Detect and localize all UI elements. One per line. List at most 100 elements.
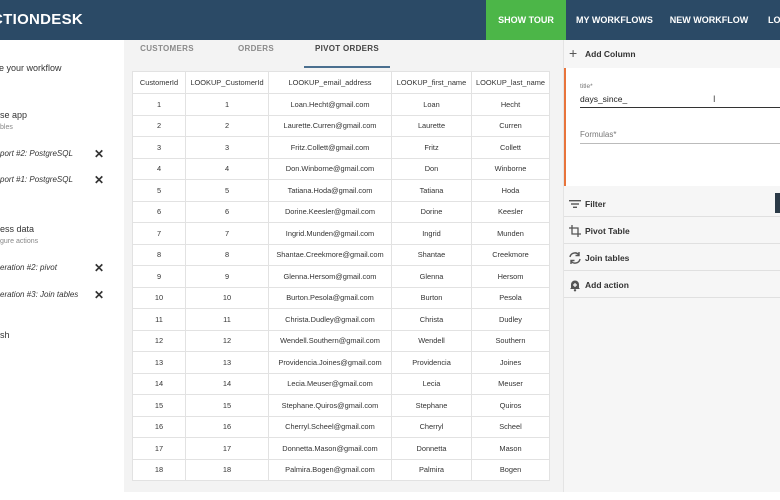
table-cell: 5 [132,179,186,202]
step-choose-app-subtitle: bles [0,124,13,131]
table-cell: 3 [185,136,269,159]
table-cell: Loan [391,93,472,116]
table-row: 7 7 Ingrid.Munden@gmail.com Ingrid Munden [132,222,550,245]
table-cell: 9 [185,265,269,288]
new-workflow-link[interactable]: NEW WORKFLOW [668,0,750,40]
join-tables-icon [569,252,581,264]
table-cell: Wendell [391,329,472,352]
table-cell: 6 [185,200,269,223]
workflow-heading: e your workflow [0,63,62,73]
tab-orders[interactable]: ORDERS [230,40,282,68]
brand-logo[interactable]: CTIONDESK [0,11,83,28]
table-cell: Hecht [471,93,550,116]
table-cell: Palmira [391,458,472,481]
table-cell: 17 [132,437,186,460]
table-row: 8 8 Shantae.Creekmore@gmail.com Shantae Cree… [132,243,550,266]
column-header[interactable]: CustomerId [132,71,186,94]
table-cell: 10 [132,286,186,309]
table-cell: Dudley [471,308,550,331]
table-cell: Ingrid [391,222,472,245]
table-cell: Wendell.Southern@gmail.com [268,329,392,352]
table-cell: 17 [185,437,269,460]
sidebar-item-import-2[interactable]: port #2: PostgreSQL [0,149,73,158]
table-row: 9 9 Glenna.Hersom@gmail.com Glenna Hersom [132,265,550,288]
column-header[interactable]: LOOKUP_email_address [268,71,392,94]
table-cell: Donnetta [391,437,472,460]
table-row: 5 5 Tatiana.Hoda@gmail.com Tatiana Hoda [132,179,550,202]
table-row: 12 12 Wendell.Southern@gmail.com Wendell Sou… [132,329,550,352]
table-cell: Cherryl.Scheel@gmail.com [268,415,392,438]
step-choose-app-title: se app [0,110,28,120]
tab-customers[interactable]: CUSTOMERS [134,40,200,68]
join-tables-action[interactable]: Join tables [564,244,780,271]
table-cell: Joines [471,351,550,374]
table-cell: 15 [132,394,186,417]
table-cell: Keesler [471,200,550,223]
show-tour-button[interactable]: SHOW TOUR [486,0,566,40]
table-cell: Stephane [391,394,472,417]
filter-icon [569,200,581,208]
filter-label: Filter [585,199,606,209]
add-action-action[interactable]: Add action [564,271,780,298]
table-cell: 2 [185,114,269,137]
table-cell: 4 [185,157,269,180]
table-cell: 9 [132,265,186,288]
table-row: 2 2 Laurette.Curren@gmail.com Laurette Curre… [132,114,550,137]
table-row: 10 10 Burton.Pesola@gmail.com Burton Pesola [132,286,550,309]
close-icon[interactable]: ✕ [93,262,105,274]
close-icon[interactable]: ✕ [93,174,105,186]
table-cell: 2 [132,114,186,137]
table-cell: 14 [132,372,186,395]
add-column-header[interactable]: + Add Column [564,40,780,68]
column-header[interactable]: LOOKUP_CustomerId [185,71,269,94]
table-cell: Tatiana.Hoda@gmail.com [268,179,392,202]
table-cell: Fritz.Collett@gmail.com [268,136,392,159]
table-row: 6 6 Dorine.Keesler@gmail.com Dorine Keesler [132,200,550,223]
table-cell: Quiros [471,394,550,417]
table-cell: 1 [185,93,269,116]
column-header[interactable]: LOOKUP_last_name [471,71,550,94]
data-table: CustomerId LOOKUP_CustomerId LOOKUP_email_… [132,71,550,481]
table-cell: Providencia [391,351,472,374]
table-row: 14 14 Lecia.Meuser@gmail.com Lecia Meuser [132,372,550,395]
pivot-table-action[interactable]: Pivot Table [564,217,780,244]
table-cell: Tatiana [391,179,472,202]
table-cell: Laurette.Curren@gmail.com [268,114,392,137]
table-cell: Cherryl [391,415,472,438]
my-workflows-link[interactable]: MY WORKFLOWS [576,0,653,40]
join-tables-label: Join tables [585,253,630,263]
column-title-input[interactable] [580,90,780,108]
table-cell: 13 [132,351,186,374]
table-cell: Southern [471,329,550,352]
logout-link[interactable]: LO [768,0,780,40]
sidebar-item-operation-join[interactable]: eration #3: Join tables [0,290,78,299]
top-nav-bar: CTIONDESK SHOW TOUR MY WORKFLOWS NEW WOR… [0,0,780,40]
add-action-label: Add action [585,280,629,290]
table-cell: Christa.Dudley@gmail.com [268,308,392,331]
column-header[interactable]: LOOKUP_first_name [391,71,472,94]
step-process-data-title: ess data [0,224,35,234]
close-icon[interactable]: ✕ [93,289,105,301]
table-cell: 16 [185,415,269,438]
table-cell: Shantae.Creekmore@gmail.com [268,243,392,266]
sidebar-item-operation-pivot[interactable]: eration #2: pivot [0,263,57,272]
table-row: 15 15 Stephane.Quiros@gmail.com Stephane Qui… [132,394,550,417]
formula-input[interactable] [580,126,780,144]
table-cell: Lecia [391,372,472,395]
pivot-table-icon [569,225,581,237]
table-cell: 15 [185,394,269,417]
table-cell: Hersom [471,265,550,288]
title-field-label: title* [580,83,593,90]
tab-pivot-orders[interactable]: PIVOT ORDERS [304,40,390,68]
table-cell: Palmira.Bogen@gmail.com [268,458,392,481]
close-icon[interactable]: ✕ [93,148,105,160]
table-cell: Lecia.Meuser@gmail.com [268,372,392,395]
table-cell: 18 [132,458,186,481]
table-cell: Burton [391,286,472,309]
sidebar-item-import-1[interactable]: port #1: PostgreSQL [0,175,73,184]
table-cell: Hoda [471,179,550,202]
table-cell: 11 [185,308,269,331]
table-row: 16 16 Cherryl.Scheel@gmail.com Cherryl Schee… [132,415,550,438]
table-cell: Ingrid.Munden@gmail.com [268,222,392,245]
filter-action[interactable]: Filter [564,190,780,217]
